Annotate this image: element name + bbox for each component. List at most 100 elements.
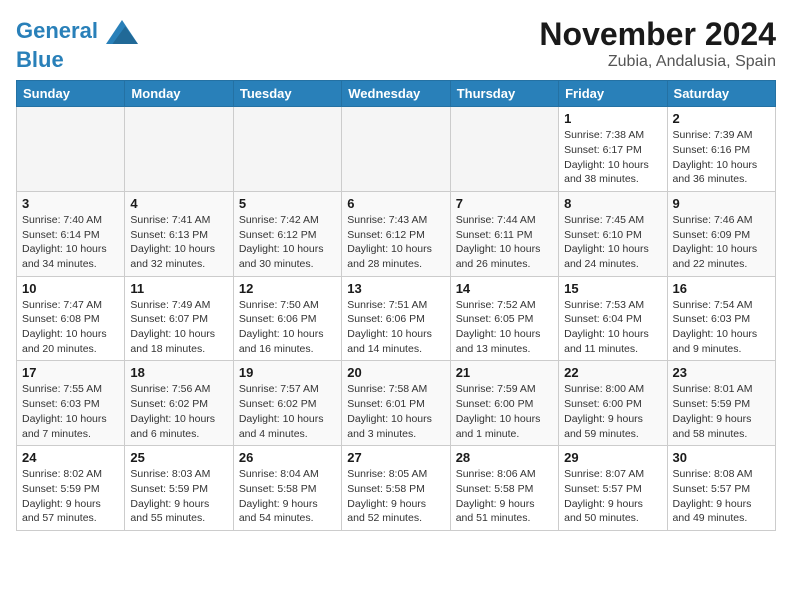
calendar-cell: 15 Sunrise: 7:53 AMSunset: 6:04 PMDayligh… <box>559 276 667 361</box>
calendar-cell: 24 Sunrise: 8:02 AMSunset: 5:59 PMDayligh… <box>17 446 125 531</box>
calendar-cell: 27 Sunrise: 8:05 AMSunset: 5:58 PMDayligh… <box>342 446 450 531</box>
calendar-cell: 26 Sunrise: 8:04 AMSunset: 5:58 PMDayligh… <box>233 446 341 531</box>
day-info: Sunrise: 7:44 AMSunset: 6:11 PMDaylight:… <box>456 213 553 272</box>
day-number: 7 <box>456 196 553 211</box>
calendar-cell: 13 Sunrise: 7:51 AMSunset: 6:06 PMDayligh… <box>342 276 450 361</box>
day-number: 1 <box>564 111 661 126</box>
day-number: 15 <box>564 281 661 296</box>
day-info: Sunrise: 7:43 AMSunset: 6:12 PMDaylight:… <box>347 213 444 272</box>
day-info: Sunrise: 7:45 AMSunset: 6:10 PMDaylight:… <box>564 213 661 272</box>
day-number: 11 <box>130 281 227 296</box>
day-info: Sunrise: 8:05 AMSunset: 5:58 PMDaylight:… <box>347 467 444 526</box>
day-info: Sunrise: 8:03 AMSunset: 5:59 PMDaylight:… <box>130 467 227 526</box>
calendar-cell: 22 Sunrise: 8:00 AMSunset: 6:00 PMDayligh… <box>559 361 667 446</box>
day-number: 26 <box>239 450 336 465</box>
day-info: Sunrise: 7:51 AMSunset: 6:06 PMDaylight:… <box>347 298 444 357</box>
calendar-cell <box>233 107 341 192</box>
day-info: Sunrise: 8:07 AMSunset: 5:57 PMDaylight:… <box>564 467 661 526</box>
day-number: 27 <box>347 450 444 465</box>
day-info: Sunrise: 7:59 AMSunset: 6:00 PMDaylight:… <box>456 382 553 441</box>
calendar-cell: 7 Sunrise: 7:44 AMSunset: 6:11 PMDaylight… <box>450 191 558 276</box>
calendar-week: 24 Sunrise: 8:02 AMSunset: 5:59 PMDayligh… <box>17 446 776 531</box>
day-info: Sunrise: 7:41 AMSunset: 6:13 PMDaylight:… <box>130 213 227 272</box>
day-info: Sunrise: 7:40 AMSunset: 6:14 PMDaylight:… <box>22 213 119 272</box>
calendar-week: 10Sunrise: 7:47 AMSunset: 6:08 PMDayligh… <box>17 276 776 361</box>
title-area: November 2024 Zubia, Andalusia, Spain <box>539 16 776 71</box>
logo: General Blue <box>16 16 138 72</box>
calendar-cell: 20 Sunrise: 7:58 AMSunset: 6:01 PMDayligh… <box>342 361 450 446</box>
weekday-header: Friday <box>559 81 667 107</box>
weekday-header: Monday <box>125 81 233 107</box>
day-info: Sunrise: 7:42 AMSunset: 6:12 PMDaylight:… <box>239 213 336 272</box>
calendar-body: 1 Sunrise: 7:38 AMSunset: 6:17 PMDaylight… <box>17 107 776 531</box>
calendar-cell: 23 Sunrise: 8:01 AMSunset: 5:59 PMDayligh… <box>667 361 775 446</box>
calendar-header: SundayMondayTuesdayWednesdayThursdayFrid… <box>17 81 776 107</box>
logo-text: General <box>16 16 138 48</box>
day-number: 4 <box>130 196 227 211</box>
weekday-header: Wednesday <box>342 81 450 107</box>
day-number: 24 <box>22 450 119 465</box>
calendar-cell: 12 Sunrise: 7:50 AMSunset: 6:06 PMDayligh… <box>233 276 341 361</box>
calendar-cell <box>450 107 558 192</box>
calendar-cell: 2Sunrise: 7:39 AMSunset: 6:16 PMDaylight… <box>667 107 775 192</box>
day-number: 10 <box>22 281 119 296</box>
calendar-cell <box>17 107 125 192</box>
header: General Blue November 2024 Zubia, Andalu… <box>16 16 776 72</box>
calendar-week: 1 Sunrise: 7:38 AMSunset: 6:17 PMDaylight… <box>17 107 776 192</box>
day-info: Sunrise: 7:53 AMSunset: 6:04 PMDaylight:… <box>564 298 661 357</box>
day-info: Sunrise: 8:01 AMSunset: 5:59 PMDaylight:… <box>673 382 770 441</box>
day-info: Sunrise: 7:56 AMSunset: 6:02 PMDaylight:… <box>130 382 227 441</box>
day-number: 14 <box>456 281 553 296</box>
calendar-cell: 19Sunrise: 7:57 AMSunset: 6:02 PMDayligh… <box>233 361 341 446</box>
day-number: 18 <box>130 365 227 380</box>
calendar-cell: 16 Sunrise: 7:54 AMSunset: 6:03 PMDayligh… <box>667 276 775 361</box>
calendar-week: 17 Sunrise: 7:55 AMSunset: 6:03 PMDayligh… <box>17 361 776 446</box>
day-info: Sunrise: 8:04 AMSunset: 5:58 PMDaylight:… <box>239 467 336 526</box>
day-info: Sunrise: 7:58 AMSunset: 6:01 PMDaylight:… <box>347 382 444 441</box>
day-number: 12 <box>239 281 336 296</box>
calendar-cell <box>125 107 233 192</box>
weekday-header: Sunday <box>17 81 125 107</box>
day-number: 22 <box>564 365 661 380</box>
calendar-cell: 28Sunrise: 8:06 AMSunset: 5:58 PMDayligh… <box>450 446 558 531</box>
day-number: 3 <box>22 196 119 211</box>
calendar-cell: 11Sunrise: 7:49 AMSunset: 6:07 PMDayligh… <box>125 276 233 361</box>
day-number: 13 <box>347 281 444 296</box>
weekday-header: Saturday <box>667 81 775 107</box>
day-number: 25 <box>130 450 227 465</box>
day-number: 29 <box>564 450 661 465</box>
month-title: November 2024 <box>539 16 776 53</box>
calendar-cell: 29 Sunrise: 8:07 AMSunset: 5:57 PMDayligh… <box>559 446 667 531</box>
day-info: Sunrise: 7:50 AMSunset: 6:06 PMDaylight:… <box>239 298 336 357</box>
day-info: Sunrise: 7:38 AMSunset: 6:17 PMDaylight:… <box>564 128 661 187</box>
calendar-cell: 5Sunrise: 7:42 AMSunset: 6:12 PMDaylight… <box>233 191 341 276</box>
day-info: Sunrise: 7:54 AMSunset: 6:03 PMDaylight:… <box>673 298 770 357</box>
day-number: 23 <box>673 365 770 380</box>
weekday-header: Thursday <box>450 81 558 107</box>
weekday-header: Tuesday <box>233 81 341 107</box>
day-number: 20 <box>347 365 444 380</box>
day-number: 21 <box>456 365 553 380</box>
day-info: Sunrise: 7:39 AMSunset: 6:16 PMDaylight:… <box>673 128 770 187</box>
day-info: Sunrise: 8:02 AMSunset: 5:59 PMDaylight:… <box>22 467 119 526</box>
calendar: SundayMondayTuesdayWednesdayThursdayFrid… <box>16 80 776 531</box>
day-number: 28 <box>456 450 553 465</box>
day-number: 30 <box>673 450 770 465</box>
location-title: Zubia, Andalusia, Spain <box>539 53 776 71</box>
calendar-cell: 3 Sunrise: 7:40 AMSunset: 6:14 PMDaylight… <box>17 191 125 276</box>
calendar-cell: 14 Sunrise: 7:52 AMSunset: 6:05 PMDayligh… <box>450 276 558 361</box>
calendar-cell: 9Sunrise: 7:46 AMSunset: 6:09 PMDaylight… <box>667 191 775 276</box>
day-info: Sunrise: 8:00 AMSunset: 6:00 PMDaylight:… <box>564 382 661 441</box>
day-number: 16 <box>673 281 770 296</box>
logo-subtext: Blue <box>16 48 138 72</box>
calendar-cell: 21 Sunrise: 7:59 AMSunset: 6:00 PMDayligh… <box>450 361 558 446</box>
calendar-cell: 8Sunrise: 7:45 AMSunset: 6:10 PMDaylight… <box>559 191 667 276</box>
day-info: Sunrise: 7:46 AMSunset: 6:09 PMDaylight:… <box>673 213 770 272</box>
day-info: Sunrise: 7:55 AMSunset: 6:03 PMDaylight:… <box>22 382 119 441</box>
day-info: Sunrise: 7:52 AMSunset: 6:05 PMDaylight:… <box>456 298 553 357</box>
calendar-cell <box>342 107 450 192</box>
calendar-cell: 25 Sunrise: 8:03 AMSunset: 5:59 PMDayligh… <box>125 446 233 531</box>
day-info: Sunrise: 7:57 AMSunset: 6:02 PMDaylight:… <box>239 382 336 441</box>
calendar-cell: 10Sunrise: 7:47 AMSunset: 6:08 PMDayligh… <box>17 276 125 361</box>
day-number: 17 <box>22 365 119 380</box>
